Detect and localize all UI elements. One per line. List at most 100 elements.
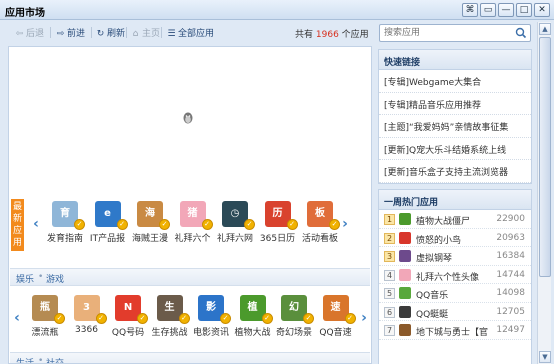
category-bar: 生活 • 社交 bbox=[10, 352, 370, 364]
installed-check-icon: ✓ bbox=[137, 313, 148, 324]
home-button[interactable]: ⌂ 主页 bbox=[130, 26, 160, 39]
installed-check-icon: ✓ bbox=[116, 219, 128, 230]
rank-badge: 7 bbox=[384, 325, 395, 336]
rank-badge: 5 bbox=[384, 288, 395, 299]
app-icon bbox=[399, 324, 411, 336]
app-label: 奇幻场景 bbox=[275, 328, 312, 338]
rank-badge: 6 bbox=[384, 306, 395, 318]
refresh-icon: ↻ bbox=[96, 29, 105, 39]
forward-button[interactable]: ⇨ 前进 bbox=[55, 26, 85, 39]
hot-app-count: 16384 bbox=[496, 251, 525, 261]
category-social[interactable]: 社交 bbox=[46, 356, 64, 363]
app-tile[interactable]: 猪 ✓ 礼拜六个 bbox=[171, 197, 215, 251]
app-count: 共有 1966 个应用 bbox=[295, 27, 369, 40]
installed-check-icon: ✓ bbox=[261, 313, 273, 324]
pin-button[interactable]: ⌘ bbox=[462, 3, 478, 17]
app-tile[interactable]: 3 ✓ 3366 bbox=[65, 291, 109, 345]
installed-check-icon: ✓ bbox=[329, 219, 340, 230]
search-input[interactable] bbox=[384, 27, 512, 39]
quick-link-item[interactable]: [专辑]精品音乐应用推荐 bbox=[379, 93, 531, 115]
hot-app-row[interactable]: 7 地下城与勇士【官 12497 bbox=[379, 321, 531, 340]
maximize-button[interactable]: □ bbox=[516, 3, 532, 17]
toolbar-divider bbox=[50, 27, 51, 38]
category-entertainment[interactable]: 娱乐 bbox=[16, 272, 34, 285]
hot-app-name: QQ音乐 bbox=[416, 291, 449, 301]
app-tile[interactable]: 幻 ✓ 奇幻场景 bbox=[272, 291, 316, 345]
weekly-hot-title: 一周热门应用 bbox=[379, 190, 531, 210]
hot-app-row[interactable]: 1 植物大战僵尸 22900 bbox=[379, 210, 531, 229]
new-apps-badge: 最新应用 bbox=[11, 199, 24, 251]
app-tile[interactable]: 影 ✓ 电影资讯 bbox=[189, 291, 233, 345]
search-icon[interactable] bbox=[515, 26, 527, 40]
quick-link-item[interactable]: [主题]“我爱妈妈”亲情故事征集 bbox=[379, 115, 531, 138]
category-separator: • bbox=[38, 272, 44, 282]
app-tile[interactable]: 历 ✓ 365日历 bbox=[256, 197, 300, 251]
category-life[interactable]: 生活 bbox=[16, 356, 34, 363]
app-tile[interactable]: 植 ✓ 植物大战 bbox=[231, 291, 275, 345]
scroll-down-icon[interactable]: ▼ bbox=[539, 351, 551, 363]
app-tile[interactable]: 瓶 ✓ 漂流瓶 bbox=[23, 291, 67, 345]
all-apps-button[interactable]: ☰ 全部应用 bbox=[166, 26, 214, 39]
toolbar-divider bbox=[161, 27, 162, 38]
quick-link-item[interactable]: [专辑]Webgame大集合 bbox=[379, 70, 531, 93]
app-tile[interactable]: 速 ✓ QQ音速 bbox=[314, 291, 358, 345]
hot-app-name: 礼拜六个性头像 bbox=[416, 272, 480, 283]
category-separator: • bbox=[38, 356, 44, 364]
hot-app-row[interactable]: 4 礼拜六个性头像 14744 bbox=[379, 266, 531, 284]
app-label: 电影资讯 bbox=[192, 328, 229, 338]
installed-check-icon: ✓ bbox=[74, 219, 85, 230]
quick-link-item[interactable]: [更新]音乐盒子支持主流浏览器 bbox=[379, 160, 531, 183]
scrollbar-thumb[interactable] bbox=[539, 37, 551, 277]
back-button[interactable]: ⇦ 后退 bbox=[14, 26, 44, 39]
installed-check-icon: ✓ bbox=[159, 219, 170, 230]
minimize-button[interactable]: — bbox=[498, 3, 514, 17]
main-content: 最新应用 ‹ 育 ✓ 发育指南 e ✓ IT产品报海 ✓ 海贼王漫猪 ✓ 礼拜六个 ◷ ✓ 礼拜六网历 ✓… bbox=[8, 46, 372, 364]
app-label: 海贼王漫 bbox=[131, 234, 168, 244]
hot-app-row[interactable]: 5 QQ音乐 14098 bbox=[379, 284, 531, 303]
installed-check-icon: ✓ bbox=[95, 313, 107, 324]
app-tile[interactable]: 生 ✓ 生存挑战 bbox=[148, 291, 192, 345]
rank-badge: 1 bbox=[384, 214, 395, 225]
hot-app-row[interactable]: 3 虚拟钢琴 16384 bbox=[379, 247, 531, 266]
new-apps-strip: 最新应用 ‹ 育 ✓ 发育指南 e ✓ IT产品报海 ✓ 海贼王漫猪 ✓ 礼拜六个 ◷ ✓ 礼拜六网历 ✓… bbox=[9, 197, 371, 253]
back-arrow-icon: ⇦ bbox=[15, 29, 24, 39]
prev-arrow-icon[interactable]: ‹ bbox=[12, 311, 22, 325]
home-icon: ⌂ bbox=[132, 29, 139, 39]
next-arrow-icon[interactable]: › bbox=[340, 217, 350, 231]
close-button[interactable]: ✕ bbox=[534, 3, 550, 17]
installed-check-icon: ✓ bbox=[178, 313, 190, 324]
search-box bbox=[379, 24, 531, 42]
scrollbar[interactable]: ▲ ▼ bbox=[537, 22, 551, 364]
hot-app-name: QQ蜓蜓 bbox=[416, 309, 449, 320]
category-games[interactable]: 游戏 bbox=[46, 272, 64, 285]
app-label: QQ号码 bbox=[111, 328, 145, 338]
list-icon: ☰ bbox=[167, 29, 176, 39]
restore-button[interactable]: ▭ bbox=[480, 3, 496, 17]
app-tile[interactable]: 海 ✓ 海贼王漫 bbox=[128, 197, 172, 251]
app-tile[interactable]: 育 ✓ 发育指南 bbox=[43, 197, 87, 251]
app-tile[interactable]: ◷ ✓ 礼拜六网 bbox=[213, 197, 257, 251]
weekly-hot-panel: 一周热门应用 1 植物大战僵尸 22900 2 愤怒的小鸟 20963 3 虚拟钢琴 16384… bbox=[378, 189, 532, 364]
app-tile[interactable]: e ✓ IT产品报 bbox=[86, 197, 130, 251]
hot-app-row[interactable]: 2 愤怒的小鸟 20963 bbox=[379, 229, 531, 247]
app-tile[interactable]: N ✓ QQ号码 bbox=[106, 291, 150, 345]
app-label: 生存挑战 bbox=[151, 328, 188, 338]
prev-arrow-icon[interactable]: ‹ bbox=[31, 217, 41, 231]
app-label: IT产品报 bbox=[89, 234, 126, 244]
app-label: 漂流瓶 bbox=[31, 328, 59, 338]
hot-app-count: 12705 bbox=[496, 306, 525, 317]
installed-check-icon: ✓ bbox=[303, 313, 314, 324]
scroll-up-icon[interactable]: ▲ bbox=[539, 23, 551, 35]
app-icon bbox=[399, 268, 411, 281]
app-label: 礼拜六网 bbox=[216, 234, 253, 244]
hot-app-count: 20963 bbox=[496, 232, 525, 243]
quick-link-item[interactable]: [更新]Q宠大乐斗结婚系统上线 bbox=[379, 138, 531, 160]
quick-links-panel: 快速链接 [专辑]Webgame大集合 [专辑]精品音乐应用推荐 [主题]“我爱妈妈… bbox=[378, 49, 532, 184]
hot-app-row[interactable]: 6 QQ蜓蜓 12705 bbox=[379, 303, 531, 321]
category-bar: 娱乐 • 游戏 bbox=[10, 268, 370, 286]
next-arrow-icon[interactable]: › bbox=[359, 311, 369, 325]
app-icon bbox=[399, 213, 411, 225]
hot-app-count: 22900 bbox=[496, 214, 525, 224]
refresh-button[interactable]: ↻ 刷新 bbox=[95, 26, 125, 39]
app-tile[interactable]: 板 ✓ 活动看板 bbox=[298, 197, 342, 251]
